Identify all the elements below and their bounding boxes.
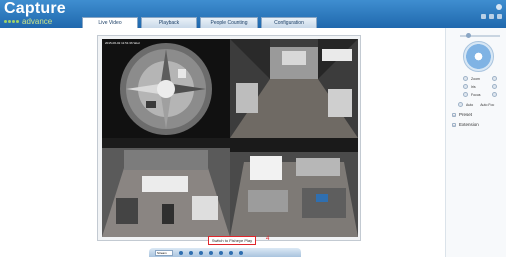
annotation-number: 4 — [266, 236, 270, 242]
zoom-label: Zoom — [471, 76, 480, 81]
focus-label: Focus — [471, 92, 481, 97]
record-icon[interactable] — [199, 250, 203, 255]
zoom-row: Zoom — [463, 76, 497, 81]
video-cell-room[interactable] — [102, 138, 230, 237]
brand-tagline: advance — [22, 17, 53, 26]
focus-far-icon[interactable] — [492, 92, 497, 97]
tab-playback[interactable]: Playback — [141, 17, 197, 28]
tab-live-video[interactable]: Live Video — [82, 17, 138, 28]
focus-near-icon[interactable] — [463, 92, 468, 97]
stream-select[interactable]: Stream — [155, 249, 173, 256]
tab-people-counting[interactable]: People Counting — [200, 17, 258, 28]
settings-icon[interactable] — [489, 14, 494, 19]
auto-row: Auto Auto Foc — [458, 102, 494, 107]
video-frame: 2015-06-02 11:51:36 Wed — [97, 35, 361, 241]
zoom-in-icon[interactable] — [492, 76, 497, 81]
zoom-icon[interactable] — [209, 250, 213, 255]
switch-fisheye-button[interactable]: Switch to Fisheye Play — [208, 236, 256, 245]
extension-section[interactable]: + Extension — [452, 122, 479, 127]
fullscreen-icon[interactable] — [229, 250, 233, 255]
capture-icon[interactable] — [189, 250, 193, 255]
layout-icon[interactable] — [239, 250, 243, 255]
expand-icon[interactable]: + — [452, 112, 456, 117]
logo-dots-icon — [4, 20, 19, 23]
video-cell-corridor[interactable] — [230, 39, 358, 138]
top-bar: Capture advance Live Video Playback Peop… — [0, 0, 506, 28]
stop-all-icon[interactable] — [179, 250, 183, 255]
preset-label: Preset — [459, 112, 473, 117]
video-cell-workspace[interactable] — [230, 138, 358, 237]
iris-label: Iris — [471, 84, 476, 89]
brand-logo: Capture advance — [4, 1, 66, 26]
auto-focus-label[interactable]: Auto Foc — [480, 103, 494, 107]
window-controls — [481, 14, 502, 19]
video-timestamp: 2015-06-02 11:51:36 Wed — [105, 41, 140, 45]
brand-name: Capture — [4, 0, 66, 17]
iris-row: Iris — [463, 84, 497, 89]
video-cell-fisheye[interactable]: 2015-06-02 11:51:36 Wed — [102, 39, 230, 138]
tab-configuration[interactable]: Configuration — [261, 17, 317, 28]
expand-icon[interactable]: + — [452, 122, 456, 127]
ptz-speed-handle[interactable] — [466, 33, 471, 38]
ptz-panel: Zoom Iris Focus Auto Auto Foc + Preset +… — [445, 28, 506, 257]
logout-icon[interactable] — [497, 14, 502, 19]
video-view[interactable]: 2015-06-02 11:51:36 Wed — [102, 39, 358, 237]
brand-tagline-row: advance — [4, 17, 66, 26]
zoom-out-icon[interactable] — [463, 76, 468, 81]
iris-close-icon[interactable] — [463, 84, 468, 89]
focus-row: Focus — [463, 92, 497, 97]
preset-section[interactable]: + Preset — [452, 112, 472, 117]
ptz-direction-pad[interactable] — [463, 41, 494, 72]
main-tabs: Live Video Playback People Counting Conf… — [82, 17, 317, 28]
help-icon[interactable] — [481, 14, 486, 19]
user-icon[interactable] — [496, 4, 502, 10]
top-right-icons — [481, 4, 502, 19]
iris-open-icon[interactable] — [492, 84, 497, 89]
app-root: Capture advance Live Video Playback Peop… — [0, 0, 506, 257]
auto-icon[interactable] — [458, 102, 463, 107]
audio-icon[interactable] — [219, 250, 223, 255]
bottom-toolbar: Stream — [149, 248, 301, 257]
auto-label: Auto — [466, 102, 474, 107]
extension-label: Extension — [459, 122, 479, 127]
